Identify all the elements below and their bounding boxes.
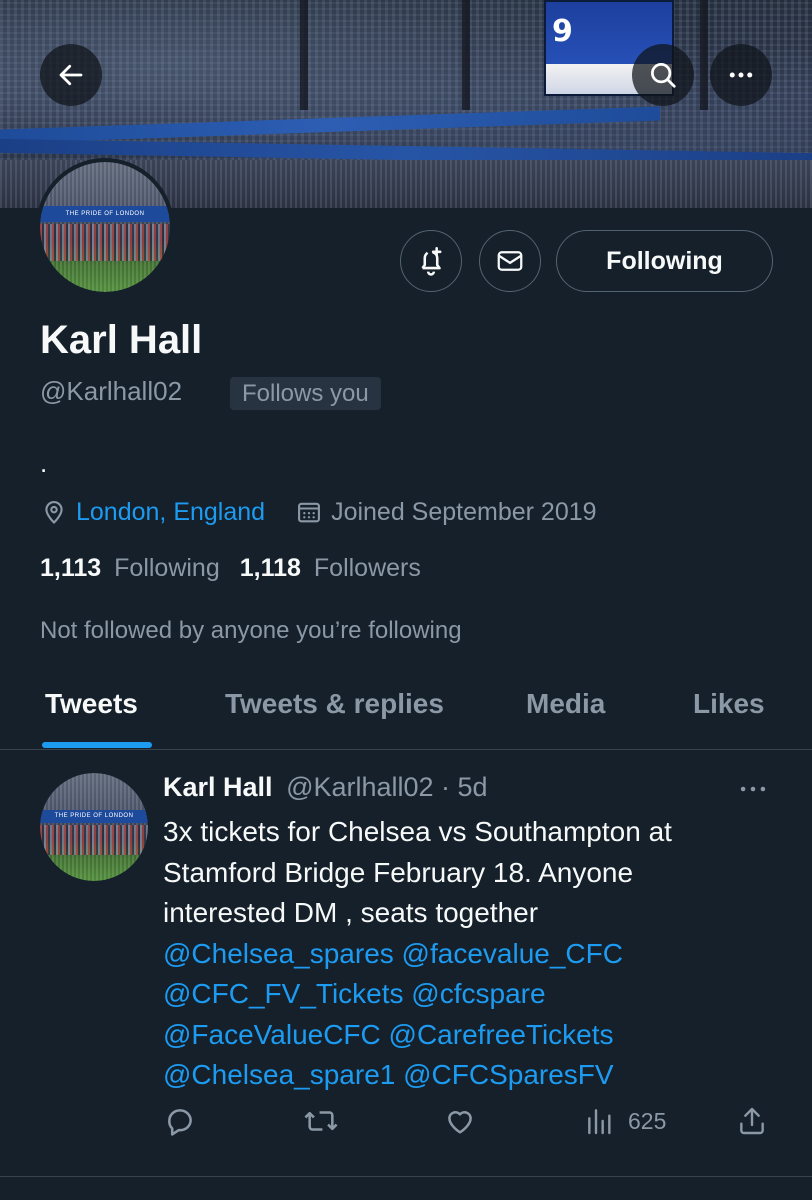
followers-label: Followers [313, 554, 421, 582]
back-button[interactable] [40, 44, 102, 106]
profile-page: 9 THE PRIDE OF LONDON Following Karl Hal… [0, 0, 812, 1200]
tweet-actions: 625 [0, 1104, 812, 1148]
arrow-left-icon [59, 64, 83, 86]
avatar-image: THE PRIDE OF LONDON [40, 773, 148, 881]
tweet-mention-line[interactable]: @FaceValueCFC @CarefreeTickets [163, 1015, 783, 1056]
tweet-text-line: Stamford Bridge February 18. Anyone [163, 856, 634, 888]
like-button[interactable] [443, 1104, 477, 1138]
views-button[interactable]: 625 [584, 1104, 666, 1138]
avatar-image: THE PRIDE OF LONDON [40, 162, 170, 292]
tab-tweets-and-replies[interactable]: Tweets & replies [225, 688, 444, 720]
avatar-band-text: THE PRIDE OF LONDON [40, 206, 170, 222]
tweet-mention-line[interactable]: @CFC_FV_Tickets @cfcspare [163, 974, 783, 1015]
search-icon [651, 63, 676, 88]
tweet-more-button[interactable] [736, 772, 770, 811]
tweet-text-line: interested DM , seats together [163, 897, 539, 928]
tab-likes[interactable]: Likes [693, 688, 765, 720]
tweet-avatar[interactable]: THE PRIDE OF LONDON [40, 773, 148, 881]
following-count: 1,113 [40, 554, 102, 582]
location-pin-icon [45, 501, 63, 524]
stadium-pillar [462, 0, 470, 110]
more-button[interactable] [710, 44, 772, 106]
tweet-mention-line[interactable]: @Chelsea_spares @facevalue_CFC [163, 934, 783, 975]
follow-counts: 1,113 Following 1,118 Followers [40, 554, 421, 583]
stand-advert-band [0, 106, 660, 144]
stadium-pillar [300, 0, 308, 110]
notifications-button[interactable] [400, 230, 462, 292]
stadium-pillar [700, 0, 708, 110]
tweet-author-name[interactable]: Karl Hall [163, 772, 273, 802]
following-label: Following [114, 554, 220, 582]
reply-button[interactable] [163, 1104, 197, 1138]
tab-tweets[interactable]: Tweets [45, 688, 138, 720]
followers-count: 1,118 [239, 554, 301, 582]
more-horizontal-icon [729, 72, 753, 78]
profile-name: Karl Hall [40, 318, 203, 362]
following-link[interactable]: 1,113 Following [40, 554, 220, 583]
following-button[interactable]: Following [556, 230, 773, 292]
tweet-mention-line[interactable]: @Chelsea_spare1 @CFCSparesFV [163, 1055, 783, 1096]
tweet-divider [0, 1176, 812, 1177]
heart-icon [448, 1111, 472, 1134]
envelope-icon [497, 251, 523, 271]
follows-you-badge: Follows you [230, 377, 381, 410]
avatar-crowd [40, 224, 170, 261]
tab-media[interactable]: Media [526, 688, 605, 720]
tweet-header: Karl Hall @Karlhall02 · 5d [163, 772, 488, 803]
search-button[interactable] [632, 44, 694, 106]
calendar-icon [298, 502, 321, 523]
screen-number: 9 [552, 14, 573, 49]
views-count: 625 [628, 1107, 667, 1134]
message-button[interactable] [479, 230, 541, 292]
share-icon [740, 1107, 764, 1135]
profile-tabs: Tweets Tweets & replies Media Likes [0, 676, 812, 750]
profile-handle: @Karlhall02 [40, 376, 183, 406]
profile-avatar[interactable]: THE PRIDE OF LONDON [36, 158, 174, 296]
avatar-band-text: THE PRIDE OF LONDON [40, 809, 148, 823]
profile-location[interactable]: London, England [76, 498, 265, 527]
bell-plus-icon [421, 246, 442, 276]
reply-icon [168, 1109, 192, 1136]
views-bar-chart-icon [588, 1109, 611, 1135]
profile-meta: London, England Joined September 2019 [40, 494, 597, 530]
followers-link[interactable]: 1,118 Followers [240, 554, 421, 583]
tweet-text: 3x tickets for Chelsea vs Southampton at… [163, 812, 783, 1096]
tweet-author-handle-time: @Karlhall02 · 5d [286, 772, 488, 802]
profile-bio: . [40, 448, 48, 478]
retweet-icon [304, 1111, 338, 1131]
tweet-text-line: 3x tickets for Chelsea vs Southampton at [163, 816, 672, 847]
active-tab-indicator [42, 742, 152, 748]
more-horizontal-icon [740, 786, 766, 792]
not-followed-notice: Not followed by anyone you’re following [40, 617, 462, 644]
retweet-button[interactable] [302, 1104, 340, 1138]
share-button[interactable] [736, 1104, 768, 1138]
avatar-crowd [40, 824, 148, 856]
profile-joined-date: Joined September 2019 [331, 497, 597, 526]
